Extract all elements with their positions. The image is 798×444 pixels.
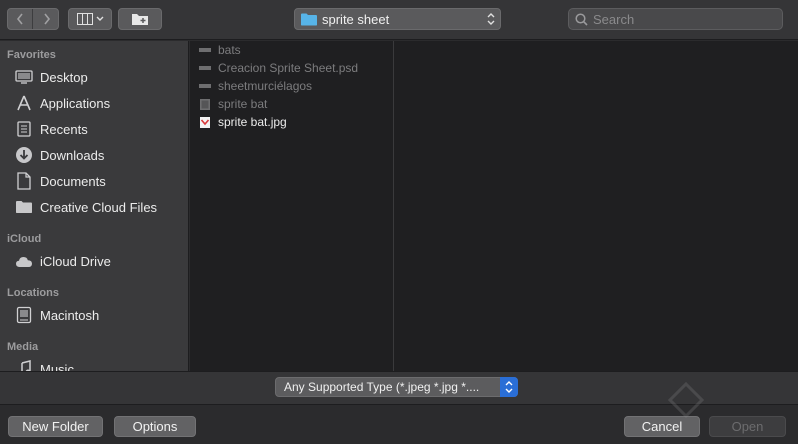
back-forward-control <box>7 8 59 30</box>
hard-drive-icon <box>14 306 34 324</box>
sidebar-item-recents[interactable]: Recents <box>14 118 184 140</box>
cloud-icon <box>14 252 34 270</box>
file-name: sheetmurciélagos <box>218 79 313 93</box>
file-row-creacion-sprite-sheet-psd[interactable]: Creacion Sprite Sheet.psd <box>198 59 393 77</box>
sidebar-item-downloads[interactable]: Downloads <box>14 144 184 166</box>
music-icon <box>14 360 34 371</box>
search-input[interactable] <box>593 11 773 27</box>
file-type-popup[interactable]: Any Supported Type (*.jpeg *.jpg *.... <box>275 377 518 397</box>
file-name: sprite bat <box>218 97 268 111</box>
file-row-sprite-bat[interactable]: sprite bat <box>198 95 393 113</box>
new-folder-toolbar-button[interactable] <box>118 8 162 30</box>
forward-button[interactable] <box>34 9 59 29</box>
columns-view-icon <box>76 13 93 25</box>
desktop-icon <box>14 68 34 86</box>
sidebar-item-icloud-drive[interactable]: iCloud Drive <box>14 250 184 272</box>
sidebar-item-label: Documents <box>40 173 106 189</box>
file-row-sheetmurcielagos[interactable]: sheetmurciélagos <box>198 77 393 95</box>
new-folder-icon <box>132 14 148 25</box>
file-row-bats[interactable]: bats <box>198 41 393 59</box>
file-row-sprite-bat-jpg[interactable]: sprite bat.jpg <box>198 113 393 131</box>
sidebar-item-label: Downloads <box>40 147 105 163</box>
sidebar-section-icloud: iCloud <box>7 233 42 245</box>
watermark-icon <box>667 381 705 419</box>
file-name: sprite bat.jpg <box>218 115 287 129</box>
folder-icon <box>198 43 212 57</box>
file-type-label: Any Supported Type (*.jpeg *.jpg *.... <box>284 380 480 394</box>
back-button[interactable] <box>8 9 33 29</box>
view-mode-button[interactable] <box>68 8 112 30</box>
sidebar-item-label: Creative Cloud Files <box>40 199 158 215</box>
updown-chevron-icon <box>500 377 518 397</box>
image-file-icon <box>198 115 212 129</box>
toolbar: sprite sheet <box>0 0 798 40</box>
sidebar-item-macintosh[interactable]: Macintosh <box>14 304 184 326</box>
search-icon <box>575 12 588 26</box>
sidebar-item-label: iCloud Drive <box>40 253 111 269</box>
folder-icon <box>14 198 34 216</box>
path-popup[interactable]: sprite sheet <box>294 8 501 30</box>
sidebar-item-desktop[interactable]: Desktop <box>14 66 184 88</box>
downloads-icon <box>14 146 34 164</box>
chevron-right-icon <box>43 13 50 25</box>
open-button[interactable]: Open <box>709 416 786 437</box>
file-icon <box>198 61 212 75</box>
sidebar-item-label: Macintosh <box>40 307 100 323</box>
sidebar-item-label: Recents <box>40 121 88 137</box>
browser-column: bats Creacion Sprite Sheet.psd sheetmurc… <box>190 41 394 371</box>
search-field <box>568 8 783 30</box>
sidebar-section-media: Media <box>7 341 39 353</box>
sidebar-item-music[interactable]: Music <box>14 358 184 371</box>
path-popup-label: sprite sheet <box>322 11 390 27</box>
folder-icon <box>198 79 212 93</box>
documents-icon <box>14 172 34 190</box>
file-name: Creacion Sprite Sheet.psd <box>218 61 359 75</box>
sidebar-section-locations: Locations <box>7 287 59 299</box>
sidebar-item-applications[interactable]: Applications <box>14 92 184 114</box>
file-name: bats <box>218 43 241 57</box>
sidebar-item-creative-cloud-files[interactable]: Creative Cloud Files <box>14 196 184 218</box>
file-browser: bats Creacion Sprite Sheet.psd sheetmurc… <box>190 41 798 371</box>
sidebar-item-label: Music <box>40 361 74 372</box>
chevron-left-icon <box>16 13 23 25</box>
options-button[interactable]: Options <box>114 416 196 437</box>
sidebar-item-label: Desktop <box>40 69 88 85</box>
recents-icon <box>14 120 34 138</box>
folder-icon <box>301 13 317 25</box>
sidebar: Favorites Desktop Applications Recents D… <box>0 41 189 371</box>
sidebar-item-label: Applications <box>40 95 111 111</box>
new-folder-button[interactable]: New Folder <box>8 416 103 437</box>
file-icon <box>198 97 212 111</box>
sidebar-section-favorites: Favorites <box>7 49 56 61</box>
sidebar-item-documents[interactable]: Documents <box>14 170 184 192</box>
applications-icon <box>14 94 34 112</box>
updown-chevron-icon <box>487 13 495 25</box>
chevron-down-icon <box>96 16 103 21</box>
